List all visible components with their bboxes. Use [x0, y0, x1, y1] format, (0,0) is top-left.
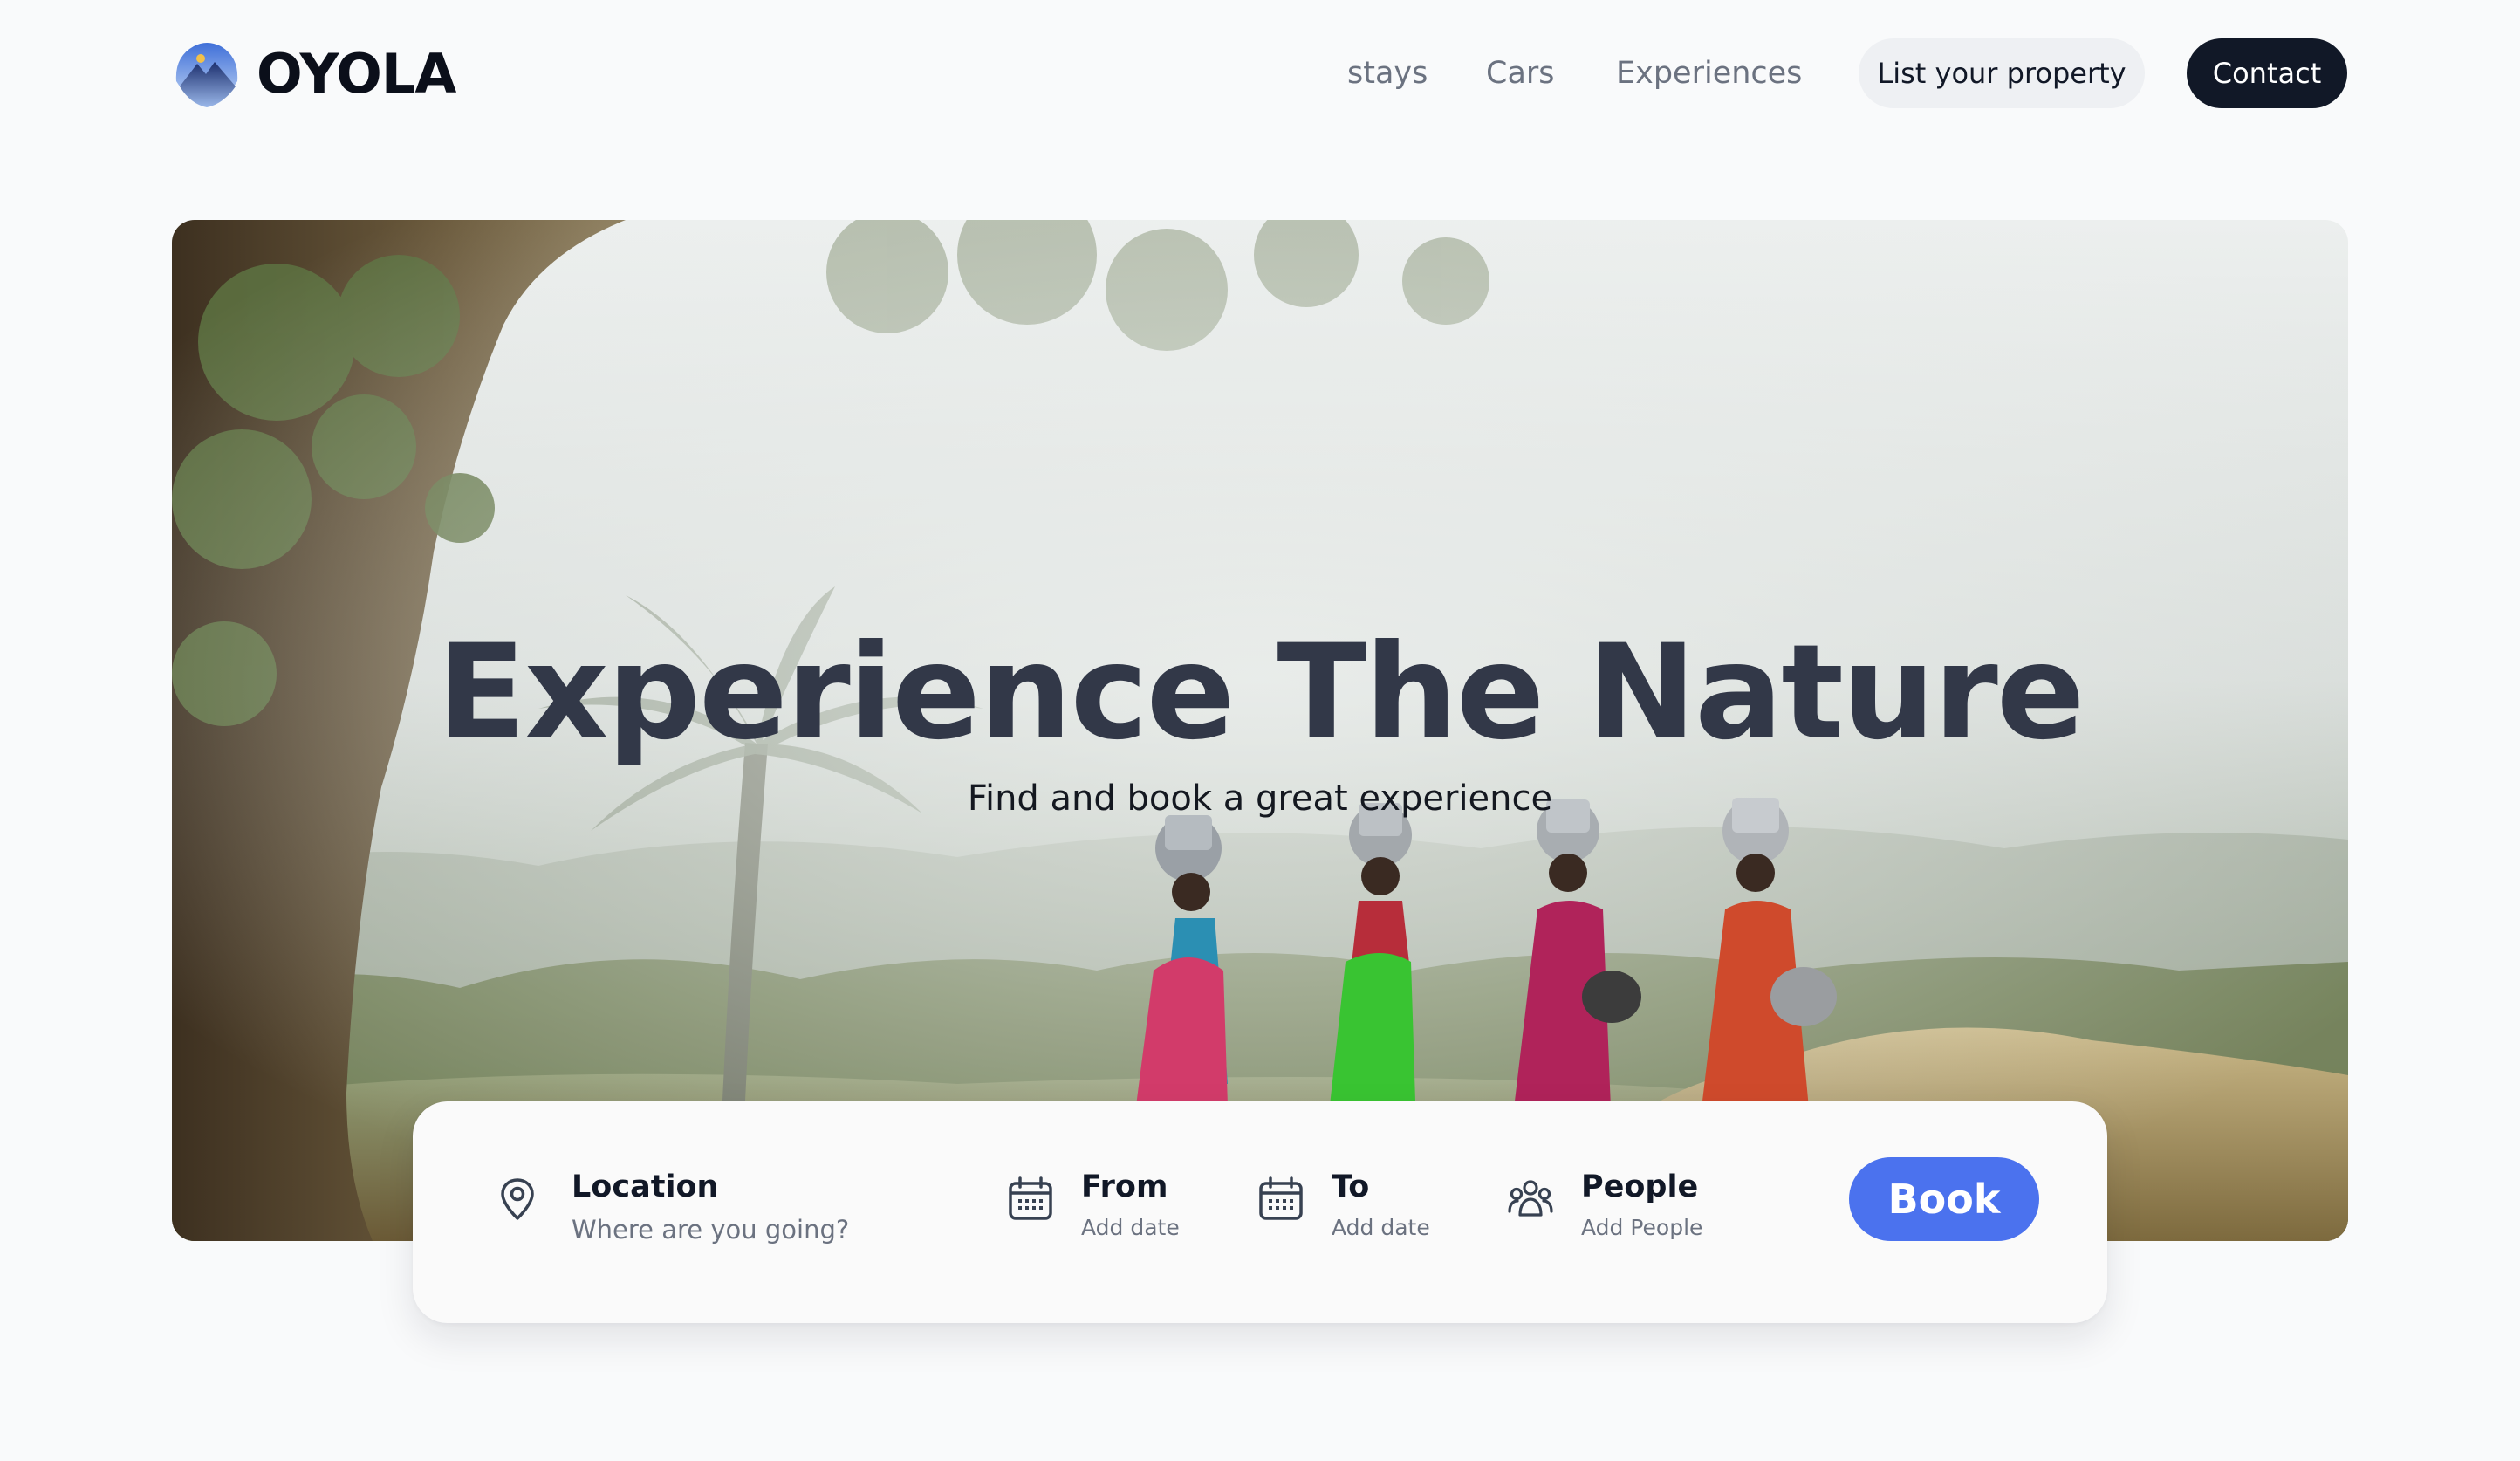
nav-link-stays[interactable]: stays — [1347, 38, 1428, 108]
search-bar: Location Where are you going? From Add d… — [413, 1101, 2107, 1323]
hero-subtitle: Find and book a great experience — [967, 779, 1553, 819]
book-button[interactable]: Book — [1849, 1157, 2039, 1241]
nav-link-cars[interactable]: Cars — [1486, 38, 1555, 108]
hero-title: Experience The Nature — [436, 617, 2085, 769]
people-icon — [1508, 1180, 1553, 1217]
mountain-icon — [175, 43, 238, 107]
list-property-button[interactable]: List your property — [1859, 38, 2145, 108]
brand-name: OYOLA — [257, 41, 456, 106]
calendar-icon — [1259, 1176, 1303, 1220]
to-label: To — [1332, 1169, 1370, 1204]
to-hint: Add date — [1332, 1215, 1430, 1240]
calendar-icon — [1009, 1176, 1052, 1220]
brand[interactable]: OYOLA — [171, 35, 456, 112]
nav-link-experiences[interactable]: Experiences — [1616, 38, 1802, 108]
people-hint: Add People — [1581, 1215, 1703, 1240]
location-pin-icon — [501, 1178, 534, 1220]
location-label: Location — [572, 1169, 719, 1204]
from-hint: Add date — [1081, 1215, 1180, 1240]
location-hint: Where are you going? — [572, 1215, 850, 1245]
from-label: From — [1081, 1169, 1168, 1204]
people-label: People — [1581, 1169, 1699, 1204]
hero-banner: Experience The Nature Find and book a gr… — [172, 220, 2348, 1241]
contact-button[interactable]: Contact — [2187, 38, 2347, 108]
